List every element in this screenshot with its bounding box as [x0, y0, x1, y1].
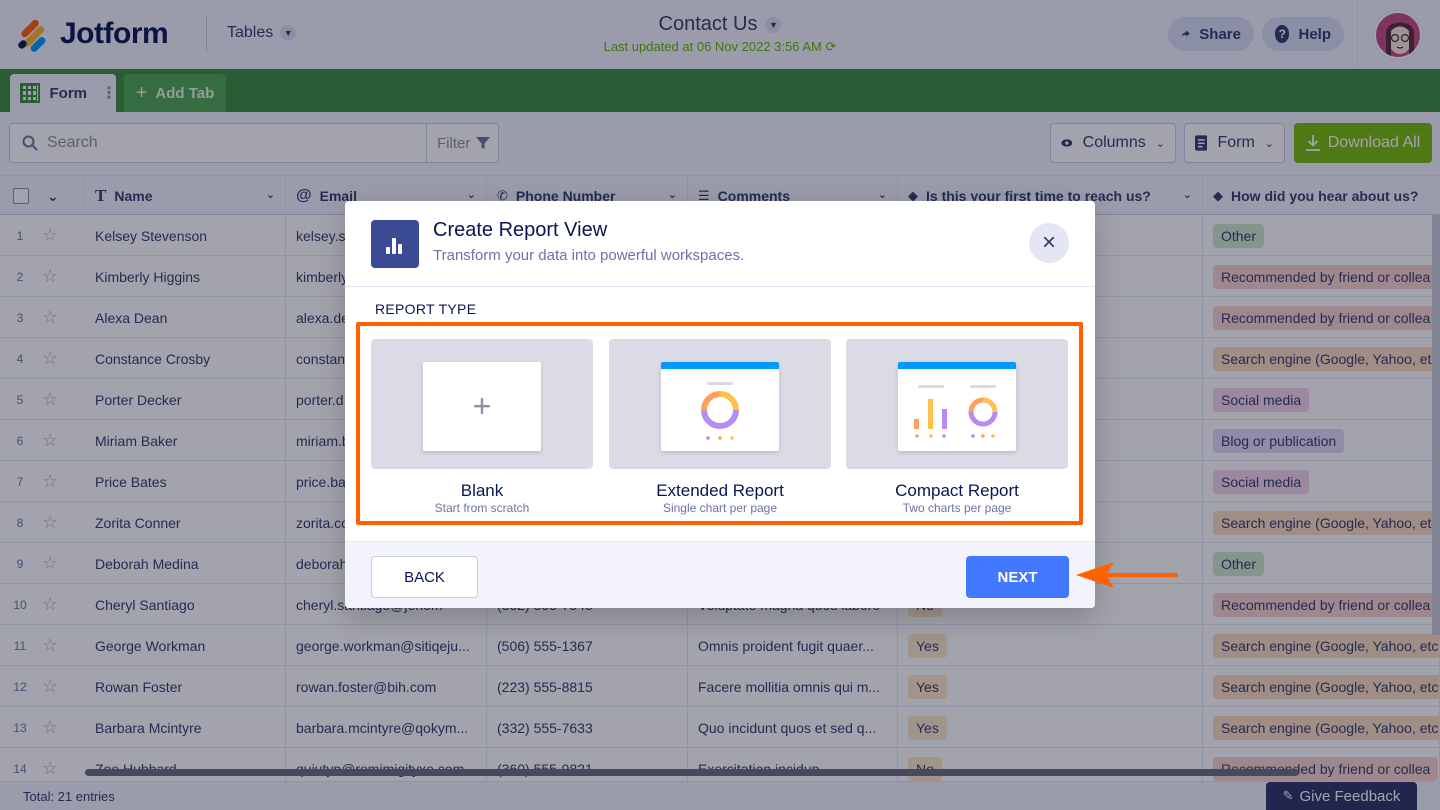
annotation-highlight-box [356, 322, 1083, 525]
next-button[interactable]: NEXT [966, 556, 1069, 598]
report-chart-icon [371, 220, 419, 268]
modal-footer: BACK NEXT [345, 541, 1095, 608]
back-button[interactable]: BACK [371, 556, 478, 598]
create-report-modal: Create Report View Transform your data i… [345, 201, 1095, 608]
close-icon[interactable]: × [1029, 223, 1069, 263]
modal-title: Create Report View [433, 219, 608, 241]
annotation-arrow-icon [1076, 562, 1178, 588]
modal-subtitle: Transform your data into powerful worksp… [433, 247, 745, 264]
report-type-label: REPORT TYPE [375, 301, 477, 317]
modal-divider [345, 286, 1095, 287]
